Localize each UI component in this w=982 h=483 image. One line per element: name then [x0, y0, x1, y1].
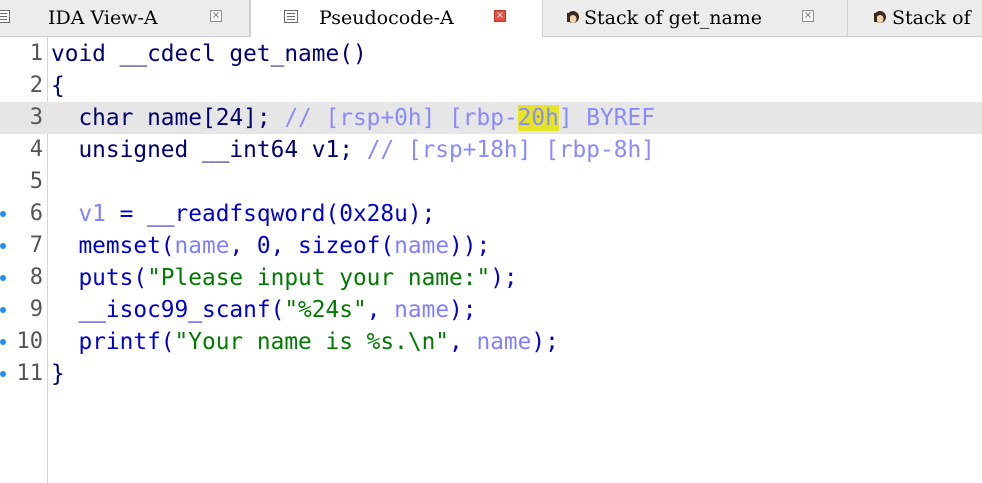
code-text[interactable]: unsigned __int64 v1; // [rsp+18h] [rbp-8…	[51, 134, 655, 166]
line-number: 1	[29, 41, 43, 66]
code-line[interactable]: 2 {	[0, 70, 982, 102]
string-literal[interactable]: "Please input your name:"	[147, 265, 490, 291]
code-text[interactable]: );	[490, 265, 517, 291]
code-line[interactable]: 8 puts("Please input your name:");	[0, 262, 982, 294]
close-icon[interactable]: ×	[210, 10, 222, 22]
search-highlight: 20h	[517, 105, 559, 131]
code-line[interactable]: 1 void __cdecl get_name()	[0, 38, 982, 70]
tab-bar: IDA View-A × Pseudocode-A × Stack of get…	[0, 0, 982, 37]
code-text[interactable]: ,	[367, 297, 394, 323]
code-text[interactable]: , 0, sizeof(	[229, 233, 394, 259]
tab-label: IDA View-A	[48, 7, 158, 29]
tab-label: Pseudocode-A	[319, 7, 454, 29]
line-number: 6	[29, 201, 43, 226]
code-text[interactable]: ));	[449, 233, 490, 259]
ida-view-icon	[0, 10, 10, 23]
function-call[interactable]: __isoc99_scanf(	[78, 297, 284, 323]
tab-label: Stack of get_name	[584, 7, 763, 29]
stack-frame-icon	[567, 11, 579, 23]
stack-frame-icon	[874, 11, 886, 23]
code-text[interactable]: {	[51, 70, 65, 102]
tab-label: Stack of	[892, 7, 971, 29]
code-line[interactable]: 9 __isoc99_scanf("%24s", name);	[0, 294, 982, 326]
code-text[interactable]: }	[51, 358, 65, 390]
pseudocode-icon	[284, 10, 298, 23]
line-number: 4	[29, 137, 43, 162]
pseudocode-editor[interactable]: 1 void __cdecl get_name() 2 { 3 char nam…	[0, 37, 982, 483]
tab-stack-of[interactable]: Stack of	[848, 0, 982, 36]
comment: // [rsp+18h] [rbp-8h]	[366, 137, 655, 163]
close-icon[interactable]: ×	[494, 10, 506, 22]
string-literal[interactable]: "%24s"	[284, 297, 366, 323]
code-text[interactable]: printf("Your name is %s.\n", name);	[51, 326, 558, 358]
code-text[interactable]: );	[531, 329, 558, 355]
line-number: 10	[16, 329, 44, 354]
code-line[interactable]: 4 unsigned __int64 v1; // [rsp+18h] [rbp…	[0, 134, 982, 166]
variable-name[interactable]: name	[175, 233, 230, 259]
line-number: 7	[29, 233, 43, 258]
code-line[interactable]: 5	[0, 166, 982, 198]
comment: // [rsp+0h] [rbp-	[284, 105, 518, 131]
code-text[interactable]: puts("Please input your name:");	[51, 262, 517, 294]
variable-name[interactable]: name	[394, 297, 449, 323]
line-number: 2	[29, 73, 43, 98]
code-line[interactable]: 10 printf("Your name is %s.\n", name);	[0, 326, 982, 358]
line-number: 9	[29, 297, 43, 322]
code-line[interactable]: 6 v1 = __readfsqword(0x28u);	[0, 198, 982, 230]
string-literal[interactable]: "Your name is %s.\n"	[175, 329, 450, 355]
code-text[interactable]: __isoc99_scanf("%24s", name);	[51, 294, 476, 326]
code-text[interactable]: memset(name, 0, sizeof(name));	[51, 230, 490, 262]
code-text[interactable]: v1 = __readfsqword(0x28u);	[51, 198, 435, 230]
line-number: 3	[29, 105, 43, 130]
declaration[interactable]: char name[24];	[51, 105, 284, 131]
tab-pseudocode-a[interactable]: Pseudocode-A ×	[250, 0, 543, 37]
code-line[interactable]: 7 memset(name, 0, sizeof(name));	[0, 230, 982, 262]
code-text[interactable]: );	[449, 297, 476, 323]
code-text[interactable]: = __readfsqword(0x28u);	[106, 201, 436, 227]
code-line-current[interactable]: 3 char name[24]; // [rsp+0h] [rbp-20h] B…	[0, 102, 982, 134]
line-number: 11	[16, 361, 44, 386]
tab-ida-view-a[interactable]: IDA View-A ×	[0, 0, 250, 36]
declaration[interactable]: unsigned __int64 v1;	[51, 137, 367, 163]
function-call[interactable]: printf(	[78, 329, 174, 355]
function-call[interactable]: memset(	[78, 233, 174, 259]
function-call[interactable]: puts(	[78, 265, 147, 291]
code-line[interactable]: 11 }	[0, 358, 982, 390]
code-text[interactable]: char name[24]; // [rsp+0h] [rbp-20h] BYR…	[51, 102, 655, 134]
tab-stack-of-get-name[interactable]: Stack of get_name ×	[543, 0, 848, 36]
function-signature[interactable]: void __cdecl get_name()	[51, 38, 367, 70]
line-number: 8	[29, 265, 43, 290]
variable-v1[interactable]: v1	[78, 201, 105, 227]
close-icon[interactable]: ×	[802, 10, 814, 22]
code-text[interactable]: ,	[449, 329, 476, 355]
variable-name[interactable]: name	[394, 233, 449, 259]
variable-name[interactable]: name	[476, 329, 531, 355]
comment: ] BYREF	[558, 105, 655, 131]
line-number: 5	[29, 169, 43, 194]
